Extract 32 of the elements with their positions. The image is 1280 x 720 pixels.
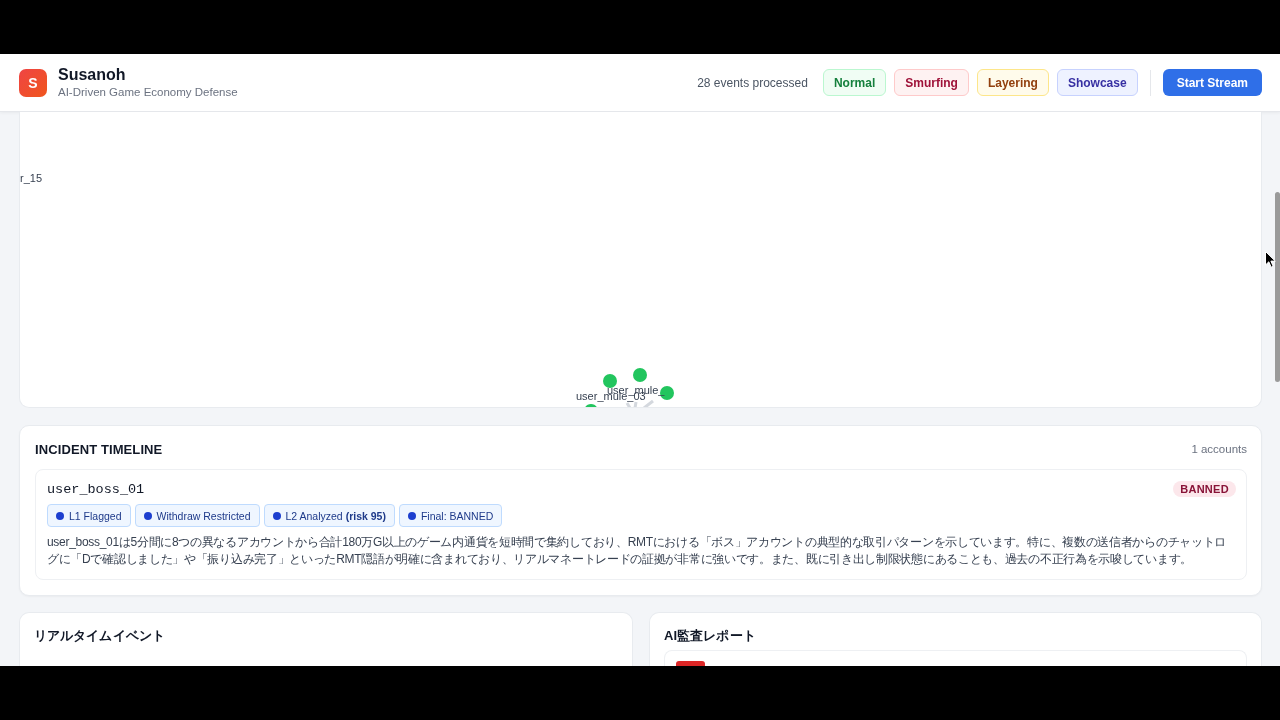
events-processed-count: 28 events processed: [697, 75, 808, 90]
app-title: Susanoh: [58, 65, 127, 84]
accounts-count: 1 accounts: [1191, 443, 1247, 455]
scrollbar-thumb[interactable]: [1275, 192, 1280, 382]
account-id: user_boss_01: [47, 481, 145, 497]
status-badge: BANNED: [1173, 481, 1236, 497]
step-label: L2 Analyzed (risk 95): [285, 509, 386, 522]
step-label: L1 Flagged: [69, 509, 122, 522]
graph-edge: [643, 399, 654, 407]
app-logo: S: [19, 68, 47, 97]
status-dot-icon: [143, 511, 152, 520]
status-dot-icon: [272, 511, 281, 520]
status-dot-icon: [56, 511, 64, 520]
step-label: Final: BANNED: [420, 509, 494, 522]
graph-node[interactable]: [633, 368, 647, 382]
app-subtitle: AI-Driven Game Economy Defense: [58, 85, 238, 100]
pointer-cursor-icon: [1265, 251, 1276, 268]
scenario-button[interactable]: Showcase: [1056, 69, 1138, 96]
start-stream-button[interactable]: Start Stream: [1162, 69, 1262, 96]
section-title: AI監査レポート: [664, 627, 757, 645]
report-tag: [676, 661, 705, 666]
section-title: リアルタイムイベント: [34, 627, 166, 645]
node-label: r_15: [20, 172, 43, 184]
graph-node[interactable]: [603, 374, 617, 388]
scenario-button[interactable]: Layering: [976, 69, 1049, 96]
scenario-button[interactable]: Smurfing: [894, 69, 969, 96]
step-label: Withdraw Restricted: [156, 509, 251, 522]
incident-summary: user_boss_01は5分間に8つの異なるアカウントから合計180万G以上のゲーム内通貨を短時間で集約しており、RMTにおける「ボス」アカウントの典型的な取引パターンを示しています。特に、複数の送信者からのチャットログに「Dで確認しました」や「振り込み完了」といったRMT隠語が明確に含まれており、リアルマネートレードの証拠が非常に強いです。また、既に引き出し制限状態にあることも、過去の不正行為を示唆しています。: [47, 534, 1228, 568]
section-title: INCIDENT TIMELINE: [35, 441, 163, 457]
scenario-button[interactable]: Normal: [822, 69, 887, 96]
status-dot-icon: [407, 511, 416, 520]
graph-node[interactable]: [584, 404, 598, 407]
